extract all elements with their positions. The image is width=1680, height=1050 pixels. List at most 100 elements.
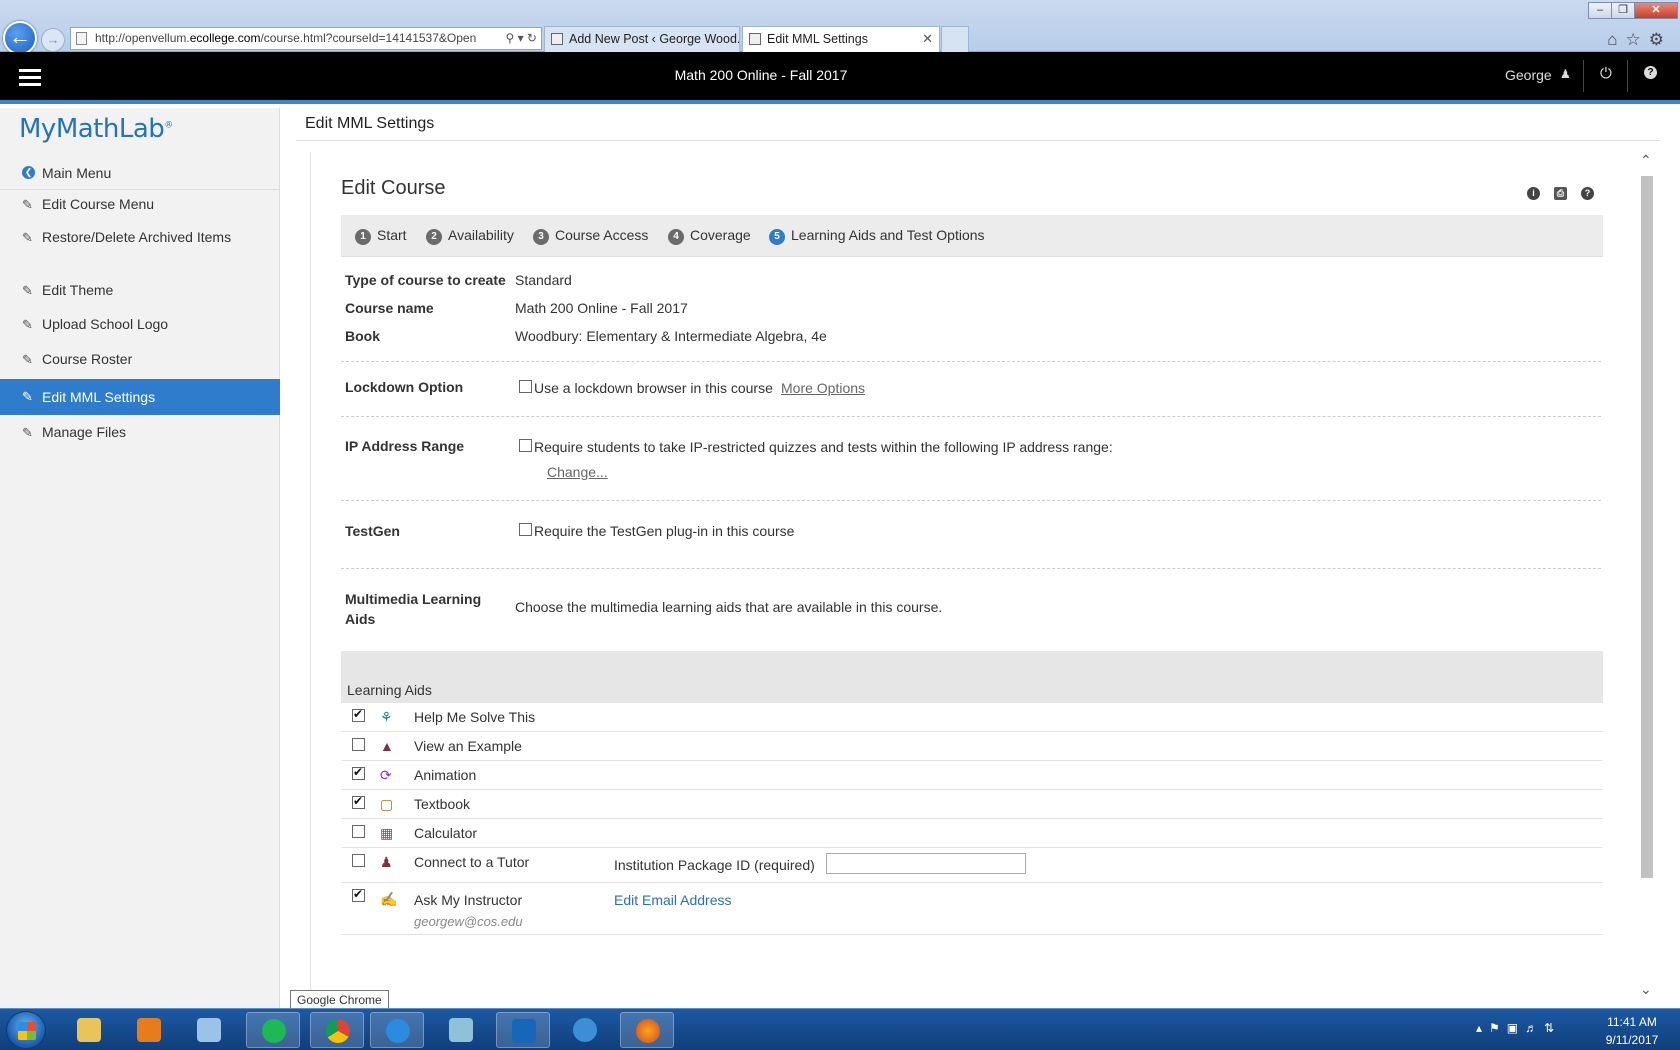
sidebar-item-label: Edit Theme: [42, 282, 114, 298]
folder-icon: [77, 1018, 101, 1042]
lockdown-label: Lockdown Option: [345, 379, 464, 395]
binoculars-icon: ▲: [380, 738, 394, 754]
itunes-icon: [573, 1018, 597, 1042]
star-icon[interactable]: ☆: [1626, 30, 1649, 49]
ip-range-checkbox[interactable]: [519, 439, 532, 452]
animation-checkbox[interactable]: [352, 765, 365, 780]
back-button[interactable]: ←: [3, 21, 37, 55]
ip-change-link[interactable]: Change...: [547, 464, 608, 480]
help-icon[interactable]: ?: [1644, 66, 1657, 79]
search-refresh-icons[interactable]: ⚲ ▾ ↻: [505, 28, 537, 49]
close-tab-icon[interactable]: ✕: [922, 27, 933, 51]
sidebar-item-course-roster[interactable]: ✎ Course Roster: [0, 349, 280, 379]
textbook-checkbox[interactable]: [352, 794, 365, 809]
clock-time[interactable]: 11:41 AM: [1597, 1015, 1667, 1029]
new-tab-button[interactable]: [941, 26, 969, 52]
sidebar-item-upload-logo[interactable]: ✎ Upload School Logo: [0, 314, 280, 344]
power-icon[interactable]: ⏻: [1600, 65, 1612, 82]
taskbar-explorer[interactable]: [62, 1012, 116, 1048]
learning-aid-label: Connect to a Tutor: [414, 854, 530, 870]
sync-icon[interactable]: ⇅: [1544, 1021, 1561, 1035]
info-icon[interactable]: i: [1527, 187, 1540, 200]
ip-range-label: IP Address Range: [345, 438, 465, 454]
more-options-link[interactable]: More Options: [781, 380, 865, 396]
taskbar-firefox[interactable]: [620, 1012, 674, 1048]
learning-aid-label: Animation: [414, 767, 477, 783]
page-icon: [76, 32, 87, 45]
scroll-down-icon[interactable]: ⌄: [1640, 981, 1652, 998]
sidebar-item-edit-course-menu[interactable]: ✎ Edit Course Menu: [0, 194, 280, 224]
taskbar-internet-explorer[interactable]: [370, 1012, 424, 1048]
step-start[interactable]: 1 Start: [355, 227, 407, 245]
taskbar-notes[interactable]: [434, 1012, 488, 1048]
browser-tab-edit-mml-settings[interactable]: Edit MML Settings ✕: [742, 26, 940, 52]
edit-email-link[interactable]: Edit Email Address: [614, 892, 732, 908]
taskbar-itunes[interactable]: [558, 1012, 612, 1048]
browser-tab-add-new-post[interactable]: Add New Post ‹ George Wood...: [544, 26, 740, 52]
scrollbar[interactable]: ⌃ ⌄: [1638, 152, 1656, 1000]
testgen-checkbox[interactable]: [519, 523, 532, 536]
print-icon[interactable]: ⎙: [1554, 187, 1567, 200]
learning-aid-row: ▲ View an Example: [341, 732, 1603, 761]
step-number: 5: [769, 229, 785, 245]
pencil-icon: ✎: [22, 197, 33, 212]
start-button[interactable]: [6, 1011, 46, 1049]
flag-icon[interactable]: ⚑: [1489, 1021, 1507, 1035]
show-hidden-icons-icon[interactable]: ▴: [1476, 1021, 1489, 1035]
volume-icon[interactable]: ♬: [1525, 1021, 1544, 1035]
taskbar-outlook[interactable]: [496, 1012, 550, 1048]
user-icon[interactable]: ♟: [1560, 67, 1571, 81]
restore-button[interactable]: ❐: [1611, 2, 1635, 19]
learning-aid-label: Help Me Solve This: [414, 709, 536, 725]
section-tools: i ⎙?: [1527, 183, 1608, 200]
institution-package-input[interactable]: [826, 853, 1026, 874]
taskbar-chrome[interactable]: [310, 1012, 364, 1048]
address-bar[interactable]: http://openvellum.ecollege.com/course.ht…: [70, 27, 542, 50]
minimize-button[interactable]: –: [1588, 2, 1612, 19]
network-icon[interactable]: ▣: [1507, 1021, 1525, 1035]
view-example-checkbox[interactable]: [352, 738, 365, 751]
sidebar-item-manage-files[interactable]: ✎ Manage Files: [0, 422, 280, 452]
back-circle-icon: ❮: [22, 166, 35, 179]
clock-date[interactable]: 9/11/2017: [1597, 1033, 1667, 1047]
key-icon: ⚘: [380, 709, 393, 725]
multimedia-description: Choose the multimedia learning aids that…: [515, 599, 943, 615]
animation-icon: ⟳: [380, 767, 392, 783]
scroll-thumb[interactable]: [1641, 176, 1653, 878]
gear-icon[interactable]: ⚙: [1649, 30, 1672, 49]
user-name[interactable]: George: [1505, 67, 1552, 83]
close-window-button[interactable]: ✕: [1634, 2, 1678, 19]
pencil-icon: ✎: [22, 283, 33, 298]
step-availability[interactable]: 2 Availability: [426, 227, 514, 245]
sidebar-item-edit-mml-settings[interactable]: ✎ Edit MML Settings: [0, 379, 280, 415]
taskbar-media-player[interactable]: [122, 1012, 176, 1048]
taskbar-paint[interactable]: [182, 1012, 236, 1048]
lockdown-checkbox[interactable]: [519, 380, 532, 393]
learning-aid-label: Textbook: [414, 796, 471, 812]
step-coverage[interactable]: 4 Coverage: [668, 227, 751, 245]
taskbar-spotify[interactable]: [246, 1012, 300, 1048]
forward-button[interactable]: →: [41, 28, 65, 52]
sidebar-item-main-menu[interactable]: ❮ Main Menu: [0, 156, 280, 190]
calculator-checkbox[interactable]: [352, 825, 365, 838]
home-icon[interactable]: ⌂: [1607, 30, 1625, 49]
sidebar-item-edit-theme[interactable]: ✎ Edit Theme: [0, 280, 280, 310]
learning-aid-label: Ask My Instructor: [414, 892, 523, 908]
step-course-access[interactable]: 3 Course Access: [533, 227, 648, 245]
scroll-up-icon[interactable]: ⌃: [1640, 152, 1652, 169]
outlook-icon: [512, 1019, 536, 1043]
header-divider: [1627, 60, 1628, 92]
ask-instructor-checkbox[interactable]: [352, 887, 365, 902]
course-name-value: Math 200 Online - Fall 2017: [515, 300, 688, 316]
testgen-option-text: Require the TestGen plug-in in this cour…: [534, 523, 795, 539]
help-icon[interactable]: ?: [1581, 187, 1594, 200]
header-divider: [1583, 60, 1584, 92]
sidebar-item-label: Manage Files: [42, 424, 127, 440]
sidebar-item-restore-delete[interactable]: ✎ Restore/Delete Archived Items: [0, 228, 240, 268]
spotify-icon: [262, 1019, 286, 1043]
pencil-icon: ✎: [22, 230, 33, 245]
connect-tutor-checkbox[interactable]: [352, 854, 365, 867]
step-label: Start: [377, 227, 407, 243]
step-learning-aids[interactable]: 5 Learning Aids and Test Options: [769, 227, 985, 245]
help-me-solve-checkbox[interactable]: [352, 707, 365, 722]
